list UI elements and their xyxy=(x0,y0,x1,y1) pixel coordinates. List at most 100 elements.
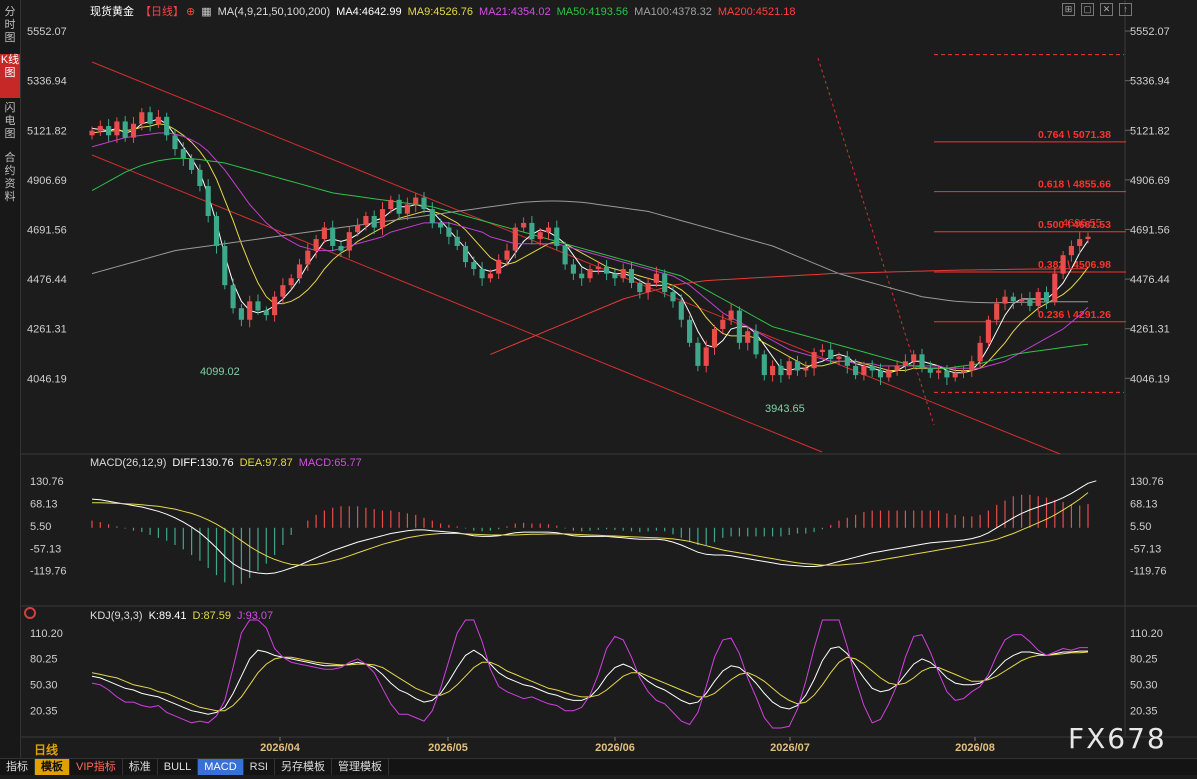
add-indicator-icon[interactable]: ⊕ xyxy=(186,6,195,18)
macd-diff-line xyxy=(91,480,1097,575)
d-value: D:87.59 xyxy=(192,610,232,622)
candle-body xyxy=(653,273,659,283)
candle-body xyxy=(595,266,601,270)
candle-body xyxy=(703,347,709,366)
candle-body xyxy=(421,197,427,210)
period-label[interactable]: 【日线】 xyxy=(140,6,184,18)
price-tick-label-left: 4261.31 xyxy=(27,324,67,336)
candle-body xyxy=(645,282,651,293)
candle-body xyxy=(944,370,950,378)
tab-standard[interactable]: 标准 xyxy=(123,759,158,775)
candle-body xyxy=(330,227,336,246)
candle-body xyxy=(346,232,352,251)
candle-body xyxy=(579,273,585,279)
candle-body xyxy=(139,112,145,124)
arrow-icon[interactable]: ↑ xyxy=(1119,3,1132,16)
price-tick-label-left: 4476.44 xyxy=(27,274,67,286)
candle-body xyxy=(1043,292,1050,302)
bottom-toolbar: 指标 模板 VIP指标 标准 BULL MACD RSI 另存模板 管理模板 xyxy=(0,758,1197,775)
candle-body xyxy=(446,227,452,237)
candle-body xyxy=(487,273,493,279)
trend-channel-lower xyxy=(91,154,823,453)
candle-body xyxy=(770,365,776,376)
candle-body xyxy=(687,319,693,343)
diff-value: DIFF:130.76 xyxy=(172,457,234,469)
tab-timeshare[interactable]: 分时图 xyxy=(0,6,20,50)
kdj-tick-label-left: 110.20 xyxy=(30,628,63,640)
tab-contract-info[interactable]: 合约资料 xyxy=(0,152,20,210)
kdj-tick-label-left: 80.25 xyxy=(30,654,58,666)
settings-icon[interactable]: ▦ xyxy=(201,6,211,18)
record-icon[interactable] xyxy=(24,607,36,619)
candle-body xyxy=(587,269,593,279)
kdj-tick-label-right: 50.30 xyxy=(1130,680,1158,692)
candle-body xyxy=(803,368,809,371)
candle-body xyxy=(761,354,767,376)
candle-body xyxy=(429,209,435,223)
candle-body xyxy=(147,112,153,124)
candle-body xyxy=(786,361,792,376)
tab-label: 闪电图 xyxy=(4,102,16,140)
candle-body xyxy=(612,273,618,279)
candle-body xyxy=(745,331,751,343)
candle-body xyxy=(379,209,386,228)
candle-body xyxy=(388,199,394,210)
tab-manage-templates[interactable]: 管理模板 xyxy=(332,759,389,775)
candle-body xyxy=(272,296,278,316)
candle-body xyxy=(894,365,900,371)
tab-save-template[interactable]: 另存模板 xyxy=(275,759,332,775)
price-tick-label-right: 4691.56 xyxy=(1130,224,1170,236)
price-annotation-label: 4696.55 xyxy=(1062,217,1102,229)
candle-body xyxy=(521,222,527,228)
candle-body xyxy=(670,292,676,302)
tab-vip-indicators[interactable]: VIP指标 xyxy=(70,759,123,775)
close-icon[interactable]: ✕ xyxy=(1100,3,1113,16)
chart-canvas[interactable]: 5552.07 5552.07 5336.94 5336.94 5121.82 5121.… xyxy=(0,0,1197,774)
candle-body xyxy=(545,227,552,233)
tab-flash[interactable]: 闪电图 xyxy=(0,102,20,146)
tab-bull[interactable]: BULL xyxy=(158,759,199,775)
candle-body xyxy=(570,264,576,274)
candle-body xyxy=(985,319,991,343)
candle-body xyxy=(977,342,983,362)
expand-icon[interactable]: ⊞ xyxy=(1062,3,1075,16)
tab-indicators[interactable]: 指标 xyxy=(0,759,35,775)
candle-body xyxy=(1027,299,1033,306)
candle-body xyxy=(164,116,170,136)
candle-body xyxy=(811,352,817,369)
retracement-leg xyxy=(817,57,935,426)
price-tick-label-right: 4261.31 xyxy=(1130,324,1170,336)
kdj-tick-label-left: 50.30 xyxy=(30,680,58,692)
x-tick-label: 2026/08 xyxy=(955,742,995,754)
macd-tick-label-right: -119.76 xyxy=(1130,566,1167,578)
candle-body xyxy=(877,370,884,378)
candle-body xyxy=(1085,236,1091,240)
tab-templates[interactable]: 模板 xyxy=(35,759,70,775)
j-value: J:93.07 xyxy=(237,610,274,622)
k-value: K:89.41 xyxy=(148,610,187,622)
ma-header: 现货黄金 【日线】 ⊕ ▦ MA(4,9,21,50,100,200) MA4:4642.… xyxy=(90,3,802,18)
tab-kline[interactable]: K线图 xyxy=(0,54,20,98)
price-tick-label-right: 5121.82 xyxy=(1130,125,1170,137)
candle-body xyxy=(462,245,469,263)
minimize-icon[interactable]: ▢ xyxy=(1081,3,1094,16)
price-tick-label-left: 4046.19 xyxy=(27,373,67,385)
price-tick-label-right: 4476.44 xyxy=(1130,274,1170,286)
candle-body xyxy=(1077,239,1083,246)
symbol-name: 现货黄金 xyxy=(90,6,134,18)
candle-body xyxy=(853,365,859,376)
panel-controls: ⊞ ▢ ✕ ↑ xyxy=(1062,3,1132,16)
candle-body xyxy=(720,319,726,329)
dea-value: DEA:97.87 xyxy=(239,457,293,469)
candle-body xyxy=(662,273,668,293)
ma-line-ma9 xyxy=(91,123,1089,371)
tab-macd[interactable]: MACD xyxy=(198,759,244,775)
watermark: FX678 xyxy=(1068,722,1167,755)
period-footer[interactable]: 日线 xyxy=(34,741,58,758)
chart-stage[interactable]: 5552.07 5552.07 5336.94 5336.94 5121.82 5121.… xyxy=(0,0,1197,775)
candle-body xyxy=(471,262,477,270)
candle-body xyxy=(313,239,319,251)
price-annotation-label: 3943.65 xyxy=(765,403,805,415)
tab-rsi[interactable]: RSI xyxy=(244,759,275,775)
candle-body xyxy=(280,285,286,297)
